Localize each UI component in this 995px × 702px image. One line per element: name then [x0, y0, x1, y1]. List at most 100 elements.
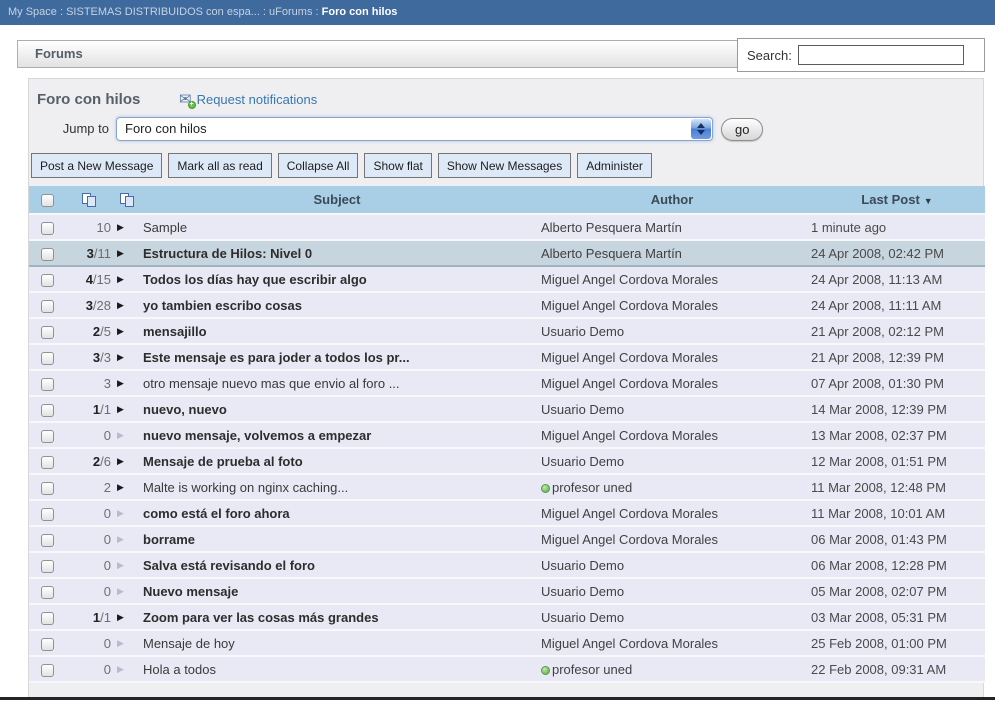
table-row[interactable]: 2 ▶ Malte is working on nginx caching...…: [29, 474, 985, 500]
administer-button[interactable]: Administer: [577, 153, 652, 178]
select-all-checkbox[interactable]: [41, 194, 54, 207]
last-post-time: 06 Mar 2008, 01:43 PM: [809, 526, 985, 552]
row-checkbox[interactable]: [41, 378, 54, 391]
thread-subject[interactable]: Mensaje de hoy: [139, 630, 535, 656]
thread-subject[interactable]: nuevo, nuevo: [139, 396, 535, 422]
expand-thread-icon[interactable]: ▶: [115, 630, 139, 656]
breadcrumb-link[interactable]: uForums: [269, 6, 312, 18]
thread-subject[interactable]: Zoom para ver las cosas más grandes: [139, 604, 535, 630]
thread-subject[interactable]: mensajillo: [139, 318, 535, 344]
expand-thread-icon[interactable]: ▶: [115, 214, 139, 240]
author-column-header[interactable]: Author: [535, 186, 809, 214]
table-row[interactable]: 2/6 ▶ Mensaje de prueba al foto Usuario …: [29, 448, 985, 474]
sort-desc-icon: ▼: [924, 196, 933, 206]
collapse-all-button[interactable]: Collapse All: [278, 153, 359, 178]
request-notifications-link[interactable]: ✉+ Request notifications: [179, 92, 317, 107]
expand-thread-icon[interactable]: ▶: [115, 474, 139, 500]
row-checkbox[interactable]: [41, 222, 54, 235]
thread-subject[interactable]: otro mensaje nuevo mas que envio al foro…: [139, 370, 535, 396]
show-new-messages-button[interactable]: Show New Messages: [438, 153, 571, 178]
table-row[interactable]: 0 ▶ como está el foro ahora Miguel Angel…: [29, 500, 985, 526]
table-row[interactable]: 3/11 ▶ Estructura de Hilos: Nivel 0 Albe…: [29, 240, 985, 266]
breadcrumb-link[interactable]: My Space: [8, 6, 57, 18]
expand-thread-icon[interactable]: ▶: [115, 500, 139, 526]
row-checkbox[interactable]: [41, 300, 54, 313]
thread-subject[interactable]: Todos los días hay que escribir algo: [139, 266, 535, 292]
go-button[interactable]: go: [721, 118, 763, 141]
expand-thread-icon[interactable]: ▶: [115, 344, 139, 370]
expand-thread-icon[interactable]: ▶: [115, 266, 139, 292]
row-checkbox[interactable]: [41, 248, 54, 261]
jump-to-select[interactable]: Foro con hilos: [116, 117, 713, 141]
thread-subject[interactable]: Salva está revisando el foro: [139, 552, 535, 578]
table-row[interactable]: 3/3 ▶ Este mensaje es para joder a todos…: [29, 344, 985, 370]
table-row[interactable]: 3/28 ▶ yo tambien escribo cosas Miguel A…: [29, 292, 985, 318]
expand-thread-icon[interactable]: ▶: [115, 422, 139, 448]
table-row[interactable]: 0 ▶ Nuevo mensaje Usuario Demo 05 Mar 20…: [29, 578, 985, 604]
thread-subject[interactable]: como está el foro ahora: [139, 500, 535, 526]
thread-subject[interactable]: Malte is working on nginx caching...: [139, 474, 535, 500]
table-row[interactable]: 0 ▶ Mensaje de hoy Miguel Angel Cordova …: [29, 630, 985, 656]
row-checkbox[interactable]: [41, 404, 54, 417]
thread-subject[interactable]: Nuevo mensaje: [139, 578, 535, 604]
expand-thread-icon[interactable]: ▶: [115, 370, 139, 396]
expand-thread-icon[interactable]: ▶: [115, 552, 139, 578]
post-new-message-button[interactable]: Post a New Message: [31, 153, 162, 178]
last-post-time: 1 minute ago: [809, 214, 985, 240]
subject-column-header[interactable]: Subject: [139, 186, 535, 214]
expand-thread-icon[interactable]: ▶: [115, 526, 139, 552]
reply-count: 1/1: [63, 604, 115, 630]
table-row[interactable]: 0 ▶ borrame Miguel Angel Cordova Morales…: [29, 526, 985, 552]
row-checkbox[interactable]: [41, 508, 54, 521]
show-flat-button[interactable]: Show flat: [364, 153, 431, 178]
row-checkbox[interactable]: [41, 638, 54, 651]
mark-all-read-button[interactable]: Mark all as read: [168, 153, 271, 178]
row-checkbox[interactable]: [41, 456, 54, 469]
expand-thread-icon[interactable]: ▶: [115, 240, 139, 266]
table-row[interactable]: 10 ▶ Sample Alberto Pesquera Martín 1 mi…: [29, 214, 985, 240]
jump-to-label: Jump to: [29, 121, 109, 136]
last-post-column-header[interactable]: Last Post▼: [809, 186, 985, 214]
last-post-time: 24 Apr 2008, 11:11 AM: [809, 292, 985, 318]
breadcrumb-separator: :: [260, 6, 269, 18]
row-checkbox[interactable]: [41, 664, 54, 677]
row-checkbox[interactable]: [41, 352, 54, 365]
thread-subject[interactable]: yo tambien escribo cosas: [139, 292, 535, 318]
expand-thread-icon[interactable]: ▶: [115, 396, 139, 422]
thread-subject[interactable]: nuevo mensaje, volvemos a empezar: [139, 422, 535, 448]
thread-subject[interactable]: Sample: [139, 214, 535, 240]
thread-author: Miguel Angel Cordova Morales: [535, 344, 809, 370]
row-checkbox[interactable]: [41, 274, 54, 287]
row-checkbox[interactable]: [41, 482, 54, 495]
window-bottom-edge: [0, 697, 995, 700]
table-row[interactable]: 1/1 ▶ Zoom para ver las cosas más grande…: [29, 604, 985, 630]
breadcrumb-link[interactable]: SISTEMAS DISTRIBUIDOS con espa...: [66, 6, 260, 18]
thread-author: Alberto Pesquera Martín: [535, 214, 809, 240]
thread-subject[interactable]: Mensaje de prueba al foto: [139, 448, 535, 474]
expand-thread-icon[interactable]: ▶: [115, 292, 139, 318]
row-checkbox[interactable]: [41, 586, 54, 599]
thread-subject[interactable]: Este mensaje es para joder a todos los p…: [139, 344, 535, 370]
row-checkbox[interactable]: [41, 430, 54, 443]
table-row[interactable]: 3 ▶ otro mensaje nuevo mas que envio al …: [29, 370, 985, 396]
table-row[interactable]: 0 ▶ Salva está revisando el foro Usuario…: [29, 552, 985, 578]
table-row[interactable]: 2/5 ▶ mensajillo Usuario Demo 21 Apr 200…: [29, 318, 985, 344]
row-checkbox[interactable]: [41, 560, 54, 573]
expand-thread-icon[interactable]: ▶: [115, 656, 139, 682]
row-checkbox[interactable]: [41, 612, 54, 625]
thread-subject[interactable]: Estructura de Hilos: Nivel 0: [139, 240, 535, 266]
expand-thread-icon[interactable]: ▶: [115, 318, 139, 344]
expand-thread-icon[interactable]: ▶: [115, 578, 139, 604]
table-row[interactable]: 0 ▶ nuevo mensaje, volvemos a empezar Mi…: [29, 422, 985, 448]
table-row[interactable]: 0 ▶ Hola a todos profesor uned 22 Feb 20…: [29, 656, 985, 682]
thread-subject[interactable]: Hola a todos: [139, 656, 535, 682]
expand-thread-icon[interactable]: ▶: [115, 604, 139, 630]
last-post-time: 13 Mar 2008, 02:37 PM: [809, 422, 985, 448]
expand-thread-icon[interactable]: ▶: [115, 448, 139, 474]
table-row[interactable]: 4/15 ▶ Todos los días hay que escribir a…: [29, 266, 985, 292]
row-checkbox[interactable]: [41, 326, 54, 339]
thread-subject[interactable]: borrame: [139, 526, 535, 552]
search-input[interactable]: [798, 45, 964, 65]
row-checkbox[interactable]: [41, 534, 54, 547]
table-row[interactable]: 1/1 ▶ nuevo, nuevo Usuario Demo 14 Mar 2…: [29, 396, 985, 422]
